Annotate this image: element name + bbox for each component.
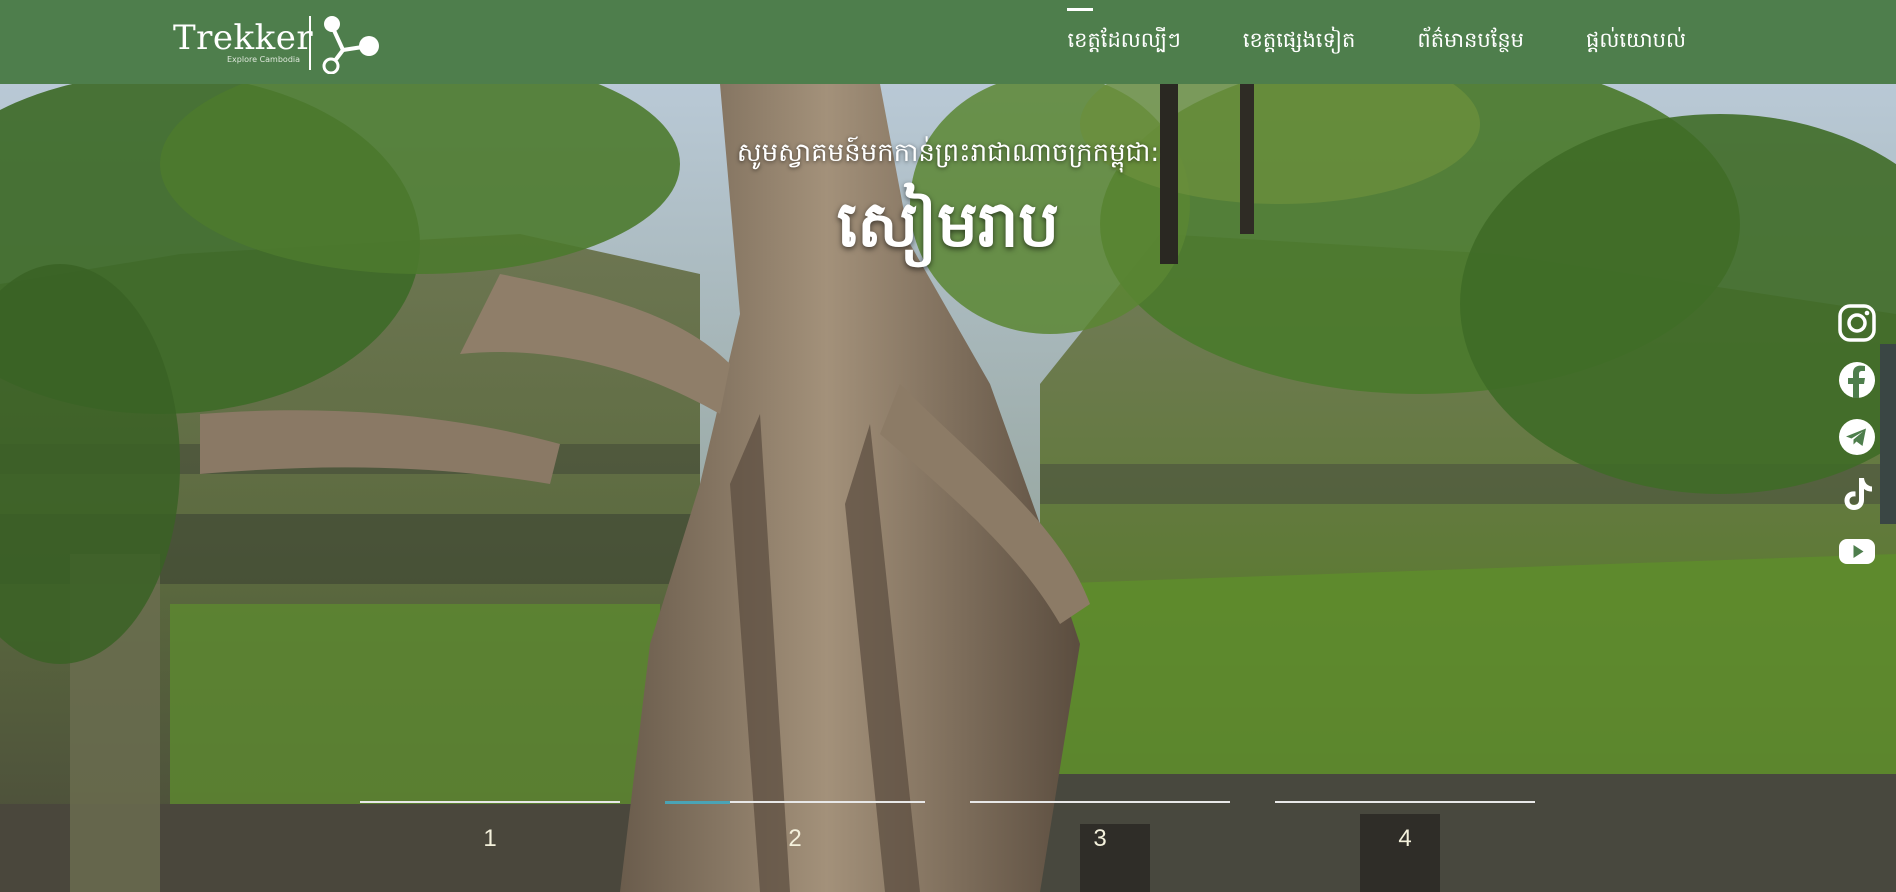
facebook-icon[interactable] — [1837, 360, 1877, 400]
slide-number: 2 — [788, 825, 802, 852]
slide-progress-track — [1275, 801, 1535, 803]
slide-tab-4[interactable]: 4 — [1275, 801, 1535, 853]
hero-title: សៀមរាប — [836, 188, 1060, 262]
logo-divider — [309, 16, 311, 70]
social-links — [1837, 303, 1877, 571]
slide-progress-track — [360, 801, 620, 803]
nav-feedback[interactable]: ផ្តល់យោបល់ — [1586, 27, 1686, 58]
nav-more-info[interactable]: ព័ត៌មានបន្ថែម — [1417, 27, 1524, 58]
nav-other-provinces[interactable]: ខេត្តផ្សេងទៀត — [1243, 27, 1356, 58]
logo-tagline: Explore Cambodia — [227, 55, 301, 64]
top-navigation-bar: Trekker Explore Cambodia ខេត្តដែលល្បីៗ ខ… — [0, 0, 1896, 84]
hero-subtitle: សូមស្វាគមន៍មកកាន់ព្រះរាជាណាចក្រកម្ពុជា: — [736, 138, 1160, 168]
tiktok-icon[interactable] — [1837, 474, 1877, 514]
main-nav: ខេត្តដែលល្បីៗ ខេត្តផ្សេងទៀត ព័ត៌មានបន្ថែ… — [1067, 0, 1686, 84]
slide-tab-1[interactable]: 1 — [360, 801, 620, 853]
logo-wordmark: Trekker — [173, 18, 314, 58]
network-nodes-icon — [322, 16, 379, 74]
nav-popular-provinces[interactable]: ខេត្តដែលល្បីៗ — [1067, 7, 1181, 58]
slide-number: 3 — [1093, 825, 1107, 852]
trekker-logo[interactable]: Trekker Explore Cambodia — [173, 16, 383, 74]
slide-pager: 1 2 3 4 — [360, 801, 1535, 853]
telegram-icon[interactable] — [1837, 417, 1877, 457]
instagram-icon[interactable] — [1837, 303, 1877, 343]
hero-slider: សូមស្វាគមន៍មកកាន់ព្រះរាជាណាចក្រកម្ពុជា: … — [0, 84, 1896, 892]
slide-tab-3[interactable]: 3 — [970, 801, 1230, 853]
slide-tab-2[interactable]: 2 — [665, 801, 925, 853]
slide-number: 1 — [483, 825, 497, 852]
slide-number: 4 — [1398, 825, 1412, 852]
slide-progress-track — [970, 801, 1230, 803]
slide-progress-fill — [665, 801, 730, 804]
youtube-icon[interactable] — [1837, 531, 1877, 571]
slide-progress-track — [665, 801, 925, 804]
